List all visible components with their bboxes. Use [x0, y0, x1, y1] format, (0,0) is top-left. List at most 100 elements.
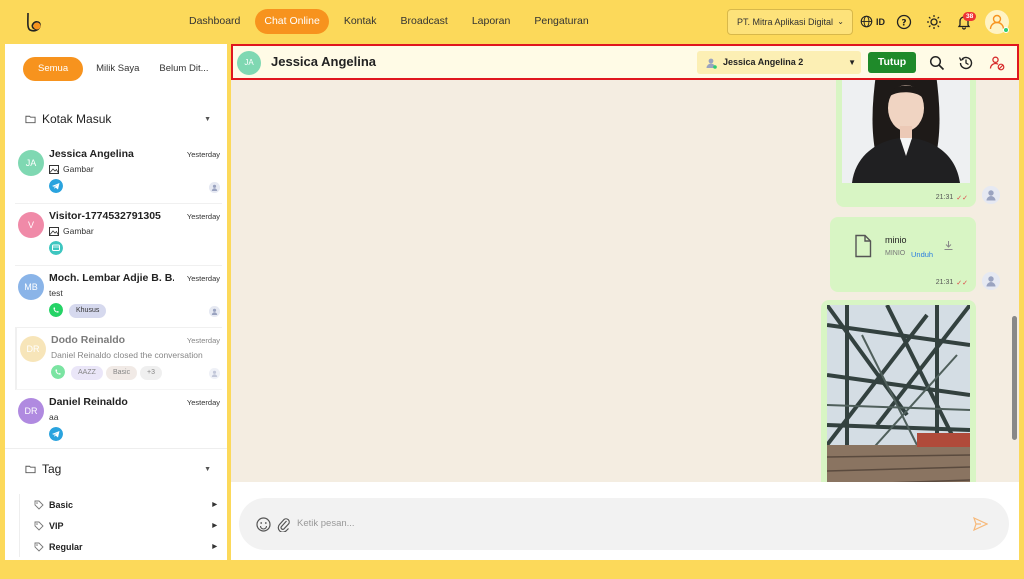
svg-text:?: ? [901, 19, 906, 29]
bridge-image[interactable] [827, 305, 970, 490]
user-block-icon[interactable] [989, 55, 1005, 71]
conversation-item[interactable]: V Visitor-1774532791305 Yesterday Gambar [15, 204, 222, 266]
contact-name-title[interactable]: Jessica Angelina [271, 54, 376, 69]
tag-item-basic[interactable]: Basic ▶ [19, 494, 217, 515]
tag-item-regular[interactable]: Regular ▶ [19, 536, 217, 557]
tag-item-label: Regular [49, 541, 83, 552]
tab-semua[interactable]: Semua [23, 57, 84, 81]
caret-down-icon: ▼ [204, 465, 211, 473]
close-conversation-button[interactable]: Tutup [868, 52, 916, 73]
conversation-tag: Khusus [69, 304, 107, 318]
message-composer: Ketik pesan... [231, 482, 1019, 560]
organization-select[interactable]: PT. Mitra Aplikasi Digital ⌄ [727, 9, 853, 35]
tag-item-label: VIP [49, 520, 64, 531]
assign-agent-select[interactable]: Jessica Angelina 2 ▼ [697, 51, 861, 74]
tag-section-header[interactable]: Tag ▼ [25, 462, 211, 476]
agent-user-icon [706, 58, 717, 69]
emoji-icon[interactable] [256, 517, 271, 532]
assigned-agent-icon [209, 306, 220, 317]
send-icon[interactable] [973, 517, 988, 531]
search-icon[interactable] [929, 55, 945, 71]
nav-chat-online[interactable]: Chat Online [255, 9, 329, 34]
file-type: MINIO [885, 250, 906, 257]
contact-avatar[interactable]: JA [237, 51, 261, 75]
message-input[interactable]: Ketik pesan... [297, 518, 355, 529]
main-nav: Dashboard Chat Online Kontak Broadcast L… [180, 9, 598, 34]
attachment-paperclip-icon[interactable] [277, 517, 290, 532]
conversation-item[interactable]: DR Daniel Reinaldo Yesterday aa [15, 390, 222, 452]
telegram-icon [49, 179, 63, 193]
contact-name: Moch. Lembar Adjie B. B... [49, 272, 174, 284]
app-logo-icon[interactable] [22, 10, 46, 34]
image-icon [49, 226, 59, 236]
read-receipt-icon: ✓✓ [956, 195, 968, 202]
theme-sun-icon[interactable] [926, 14, 942, 30]
image-icon [49, 164, 59, 174]
last-message: Gambar [49, 226, 94, 236]
last-message: Daniel Reinaldo closed the conversation [51, 350, 203, 360]
help-icon[interactable]: ? [896, 14, 912, 30]
tag-icon [34, 542, 44, 552]
chat-scrollbar[interactable] [1012, 316, 1017, 440]
file-icon [855, 234, 872, 258]
contact-name: Dodo Reinaldo [51, 334, 126, 346]
nav-laporan[interactable]: Laporan [463, 9, 520, 34]
contact-avatar: JA [18, 150, 44, 176]
inbox-label: Kotak Masuk [42, 112, 112, 126]
history-icon[interactable] [958, 55, 974, 71]
image-message[interactable]: 21:31 ✓✓ [836, 64, 976, 207]
message-time: 21:31 [935, 194, 954, 201]
globe-icon [860, 15, 873, 28]
organization-name: PT. Mitra Aplikasi Digital [737, 17, 834, 27]
contact-avatar: DR [20, 336, 46, 362]
nav-kontak[interactable]: Kontak [335, 9, 386, 34]
filter-tabs: Semua Milik Saya Belum Dit... [23, 57, 216, 81]
message-meta: 21:31 ✓✓ [936, 194, 968, 202]
download-link[interactable]: Unduh [911, 250, 933, 259]
notification-count-badge: 38 [963, 12, 977, 21]
contact-name: Jessica Angelina [49, 148, 134, 160]
online-status-dot [1003, 27, 1009, 33]
contact-avatar: MB [18, 274, 44, 300]
conversation-item[interactable]: JA Jessica Angelina Yesterday Gambar [15, 142, 222, 204]
last-message-text: aa [49, 412, 59, 422]
language-code: ID [876, 16, 885, 27]
inbox-section-header[interactable]: Kotak Masuk ▼ [25, 112, 211, 126]
composer-box: Ketik pesan... [239, 498, 1009, 550]
tab-belum-ditangani[interactable]: Belum Dit... [152, 57, 215, 81]
message-meta: 21:31 ✓✓ [936, 279, 968, 287]
conversation-tag: AAZZ [71, 366, 103, 380]
conversation-time: Yesterday [186, 398, 220, 407]
tag-item-vip[interactable]: VIP ▶ [19, 515, 217, 536]
tag-icon [34, 500, 44, 510]
assigned-agent-name: Jessica Angelina 2 [723, 57, 804, 67]
conversation-item[interactable]: MB Moch. Lembar Adjie B. B... Yesterday … [15, 266, 222, 328]
last-message-text: Gambar [63, 164, 94, 174]
image-message[interactable] [821, 300, 976, 500]
agent-avatar-icon [982, 186, 1000, 204]
caret-right-icon: ▶ [212, 544, 217, 550]
divider [5, 448, 227, 449]
portrait-image[interactable] [842, 64, 970, 183]
assigned-agent-icon [209, 368, 220, 379]
download-icon[interactable] [943, 240, 954, 251]
last-message-text: Daniel Reinaldo closed the conversation [51, 350, 203, 360]
contact-avatar: V [18, 212, 44, 238]
tab-milik-saya[interactable]: Milik Saya [89, 57, 146, 81]
nav-dashboard[interactable]: Dashboard [180, 9, 249, 34]
contact-name: Daniel Reinaldo [49, 396, 128, 408]
conversation-item-closed[interactable]: DR Dodo Reinaldo Yesterday Daniel Reinal… [15, 328, 222, 390]
last-message: Gambar [49, 164, 94, 174]
last-message: aa [49, 412, 58, 422]
file-message[interactable]: minio MINIO Unduh 21:31 ✓✓ [830, 217, 976, 292]
nav-broadcast[interactable]: Broadcast [392, 9, 457, 34]
folder-icon [25, 115, 36, 124]
user-avatar[interactable] [985, 10, 1009, 34]
conversation-tag-more: +3 [140, 366, 162, 380]
nav-pengaturan[interactable]: Pengaturan [525, 9, 597, 34]
tag-icon [34, 521, 44, 531]
assigned-agent-icon [209, 182, 220, 193]
chat-header: JA Jessica Angelina Jessica Angelina 2 ▼… [231, 44, 1019, 80]
last-message: test [49, 288, 63, 298]
language-switch[interactable]: ID [860, 15, 885, 28]
